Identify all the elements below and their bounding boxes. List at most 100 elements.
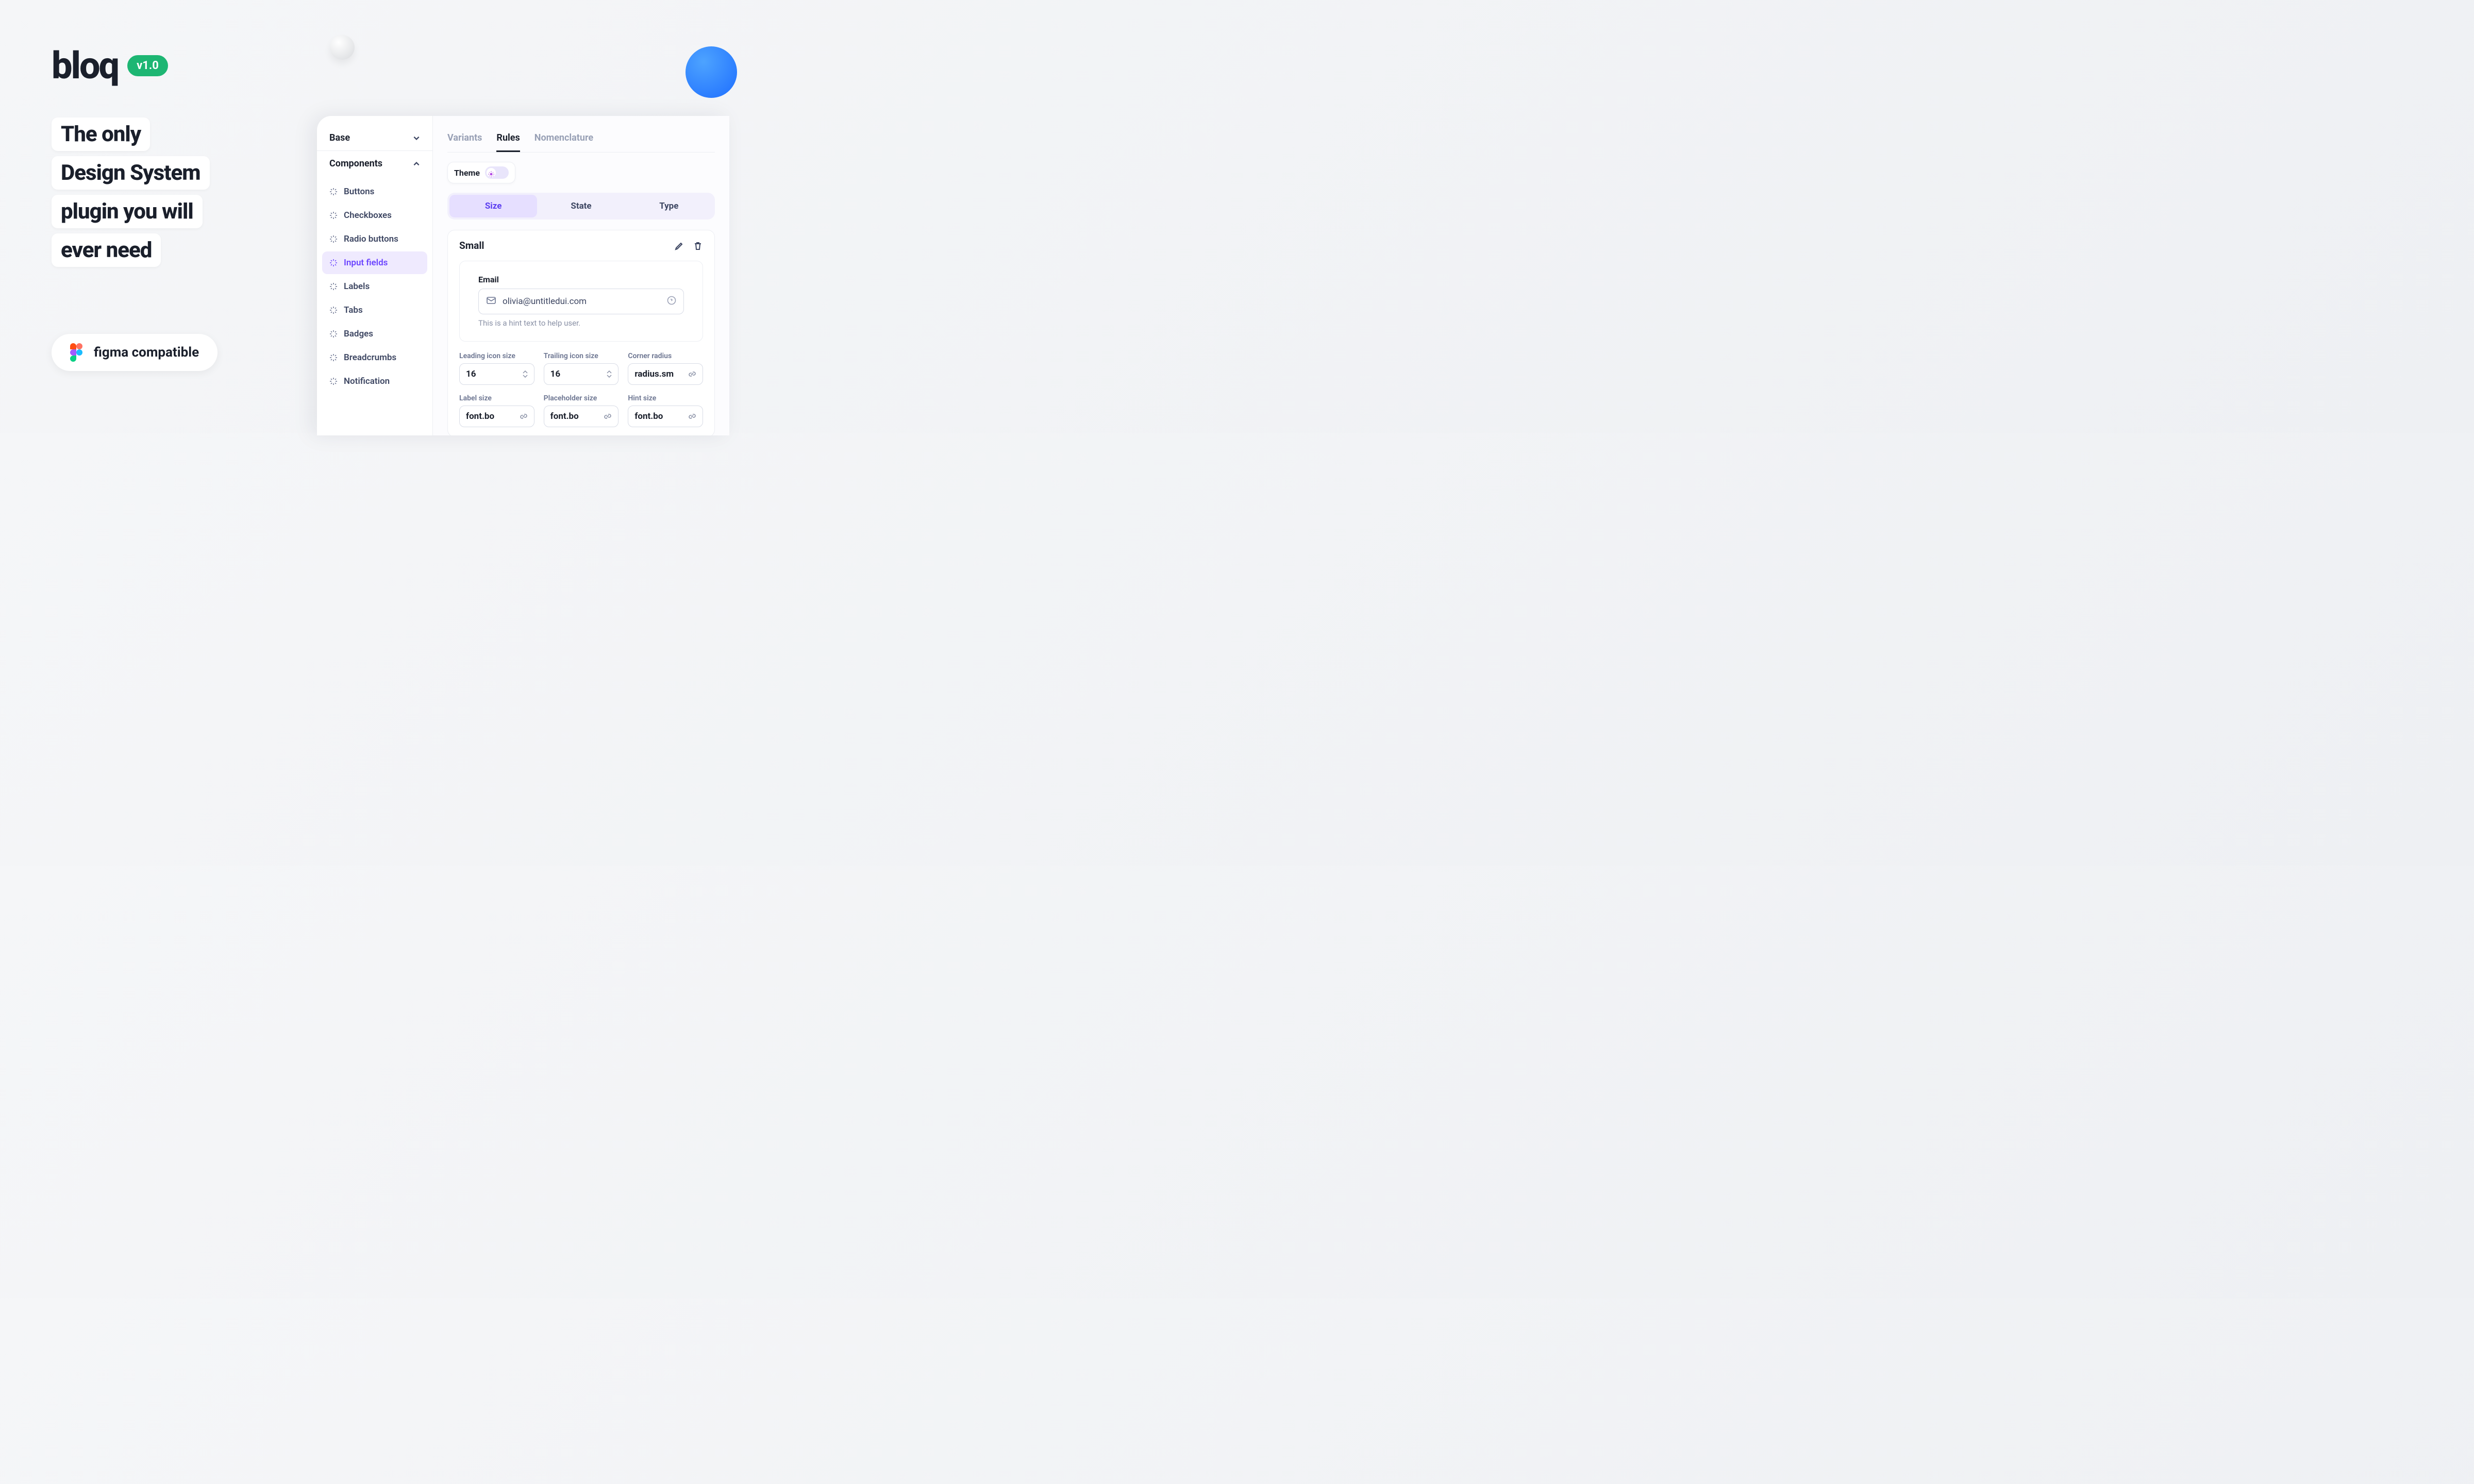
sidebar-item-notification[interactable]: Notification [322, 370, 427, 393]
sidebar-section-base[interactable]: Base [317, 125, 432, 151]
sidebar-section-components[interactable]: Components [317, 151, 432, 176]
figma-compatible-chip: figma compatible [52, 334, 218, 371]
sparkle-icon [329, 235, 338, 243]
sidebar-item-badges[interactable]: Badges [322, 323, 427, 345]
control-corner-radius: Corner radius radius.sm [628, 352, 703, 385]
sidebar-item-input-fields[interactable]: Input fields [322, 251, 427, 274]
sidebar-item-labels[interactable]: Labels [322, 275, 427, 298]
product-logo: bloq [52, 44, 118, 88]
stepper-input[interactable]: 16 [544, 363, 619, 385]
control-placeholder-size: Placeholder size font.bo [544, 394, 619, 427]
control-label-size: Label size font.bo [459, 394, 534, 427]
hero-section: bloq v1.0 The only Design System plugin … [52, 44, 309, 371]
decorative-sphere-white [330, 35, 355, 60]
control-label: Hint size [628, 394, 703, 402]
sidebar-item-label: Labels [344, 281, 370, 292]
card-header: Small [459, 240, 703, 251]
figma-icon [70, 343, 82, 362]
delete-icon[interactable] [693, 241, 703, 251]
preview-input[interactable]: olivia@untitledui.com [478, 289, 684, 314]
sidebar-item-label: Notification [344, 376, 390, 386]
sidebar-item-buttons[interactable]: Buttons [322, 180, 427, 203]
tagline: The only Design System plugin you will e… [52, 117, 309, 267]
segment-state[interactable]: State [537, 195, 625, 217]
logo-row: bloq v1.0 [52, 44, 309, 88]
sidebar-item-label: Checkboxes [344, 210, 392, 221]
component-list: Buttons Checkboxes Radio buttons Input f… [317, 176, 432, 397]
tagline-line: plugin you will [52, 195, 203, 228]
control-value: font.bo [466, 411, 494, 421]
chevron-up-icon [413, 160, 420, 167]
tagline-line: Design System [52, 156, 210, 190]
token-input[interactable]: radius.sm [628, 363, 703, 385]
sparkle-icon [329, 211, 338, 220]
theme-label: Theme [454, 168, 480, 178]
sidebar-section-components-label: Components [329, 158, 382, 169]
stepper-arrows[interactable] [523, 370, 528, 378]
tab-variants[interactable]: Variants [447, 125, 482, 152]
sidebar-item-label: Radio buttons [344, 234, 398, 244]
preview-input-value: olivia@untitledui.com [503, 296, 661, 307]
sparkle-icon [329, 353, 338, 362]
link-icon [520, 412, 528, 420]
help-icon[interactable] [667, 296, 676, 307]
token-input[interactable]: font.bo [544, 406, 619, 427]
sidebar-item-label: Input fields [344, 258, 388, 268]
sidebar: Base Components Buttons Checkboxes Radio… [317, 116, 433, 435]
control-trailing-icon-size: Trailing icon size 16 [544, 352, 619, 385]
figma-compatible-label: figma compatible [94, 345, 199, 360]
sidebar-item-checkboxes[interactable]: Checkboxes [322, 204, 427, 227]
sparkle-icon [329, 188, 338, 196]
control-value: 16 [466, 369, 476, 379]
control-value: font.bo [550, 411, 579, 421]
theme-toggle-knob [487, 168, 496, 177]
sidebar-item-label: Buttons [344, 187, 374, 197]
control-value: 16 [550, 369, 561, 379]
control-label: Leading icon size [459, 352, 534, 360]
segmented-control: Size State Type [447, 193, 715, 220]
tabs-row: Variants Rules Nomenclature [447, 125, 715, 153]
size-card-small: Small Email olivia@untitledui.com [447, 230, 715, 435]
control-hint-size: Hint size font.bo [628, 394, 703, 427]
card-title: Small [459, 240, 484, 251]
stepper-arrows[interactable] [607, 370, 612, 378]
card-actions [674, 241, 703, 251]
tab-nomenclature[interactable]: Nomenclature [534, 125, 593, 152]
sidebar-item-label: Badges [344, 329, 373, 339]
control-value: font.bo [634, 411, 663, 421]
tab-rules[interactable]: Rules [496, 125, 520, 152]
stepper-input[interactable]: 16 [459, 363, 534, 385]
chevron-down-icon [413, 134, 420, 142]
theme-toggle[interactable] [485, 166, 509, 179]
sidebar-item-radio-buttons[interactable]: Radio buttons [322, 228, 427, 250]
sidebar-item-label: Tabs [344, 305, 363, 315]
segment-type[interactable]: Type [625, 195, 713, 217]
control-label: Label size [459, 394, 534, 402]
segment-size[interactable]: Size [449, 195, 537, 217]
tagline-line: The only [52, 117, 150, 151]
edit-icon[interactable] [674, 241, 684, 251]
sparkle-icon [329, 282, 338, 291]
link-icon [604, 412, 612, 420]
sparkle-icon [329, 306, 338, 314]
control-label: Corner radius [628, 352, 703, 360]
preview-field-label: Email [478, 275, 684, 284]
token-input[interactable]: font.bo [628, 406, 703, 427]
sidebar-item-breadcrumbs[interactable]: Breadcrumbs [322, 346, 427, 369]
sparkle-icon [329, 377, 338, 385]
mail-icon [486, 295, 496, 308]
sun-icon [488, 170, 494, 176]
main-panel: Variants Rules Nomenclature Theme Size S… [433, 116, 729, 435]
decorative-sphere-blue [686, 46, 737, 98]
link-icon [688, 370, 696, 378]
control-value: radius.sm [634, 369, 674, 379]
sidebar-item-tabs[interactable]: Tabs [322, 299, 427, 322]
control-label: Trailing icon size [544, 352, 619, 360]
token-input[interactable]: font.bo [459, 406, 534, 427]
theme-toggle-chip[interactable]: Theme [447, 162, 515, 183]
control-leading-icon-size: Leading icon size 16 [459, 352, 534, 385]
sparkle-icon [329, 330, 338, 338]
sidebar-item-label: Breadcrumbs [344, 352, 396, 363]
controls-grid: Leading icon size 16 Trailing icon size … [459, 352, 703, 427]
link-icon [688, 412, 696, 420]
